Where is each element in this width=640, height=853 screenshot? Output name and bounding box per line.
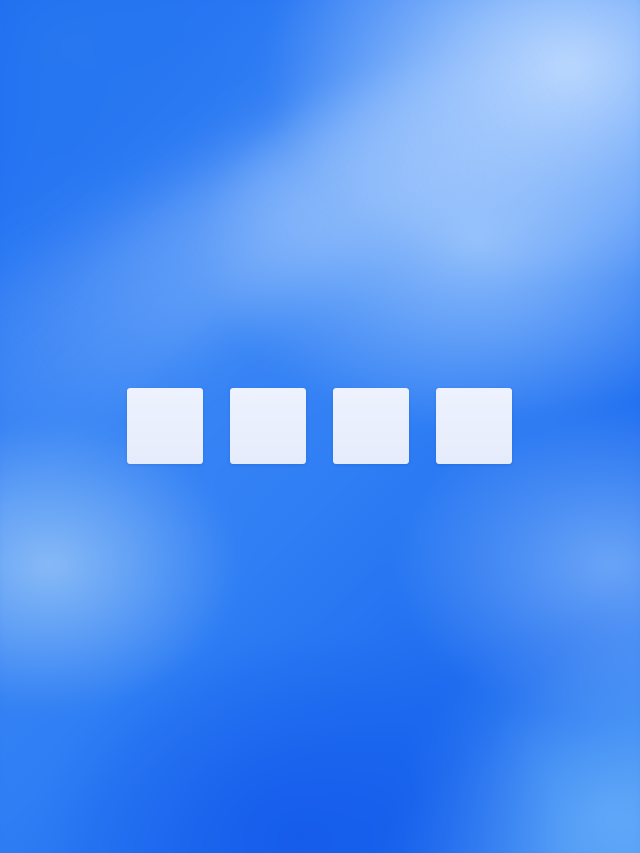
passcode-slot-2[interactable] [230,388,306,464]
passcode-slot-4[interactable] [436,388,512,464]
passcode-slot-1[interactable] [127,388,203,464]
lock-screen [0,0,640,853]
passcode-slot-3[interactable] [333,388,409,464]
passcode-input[interactable] [127,388,512,464]
